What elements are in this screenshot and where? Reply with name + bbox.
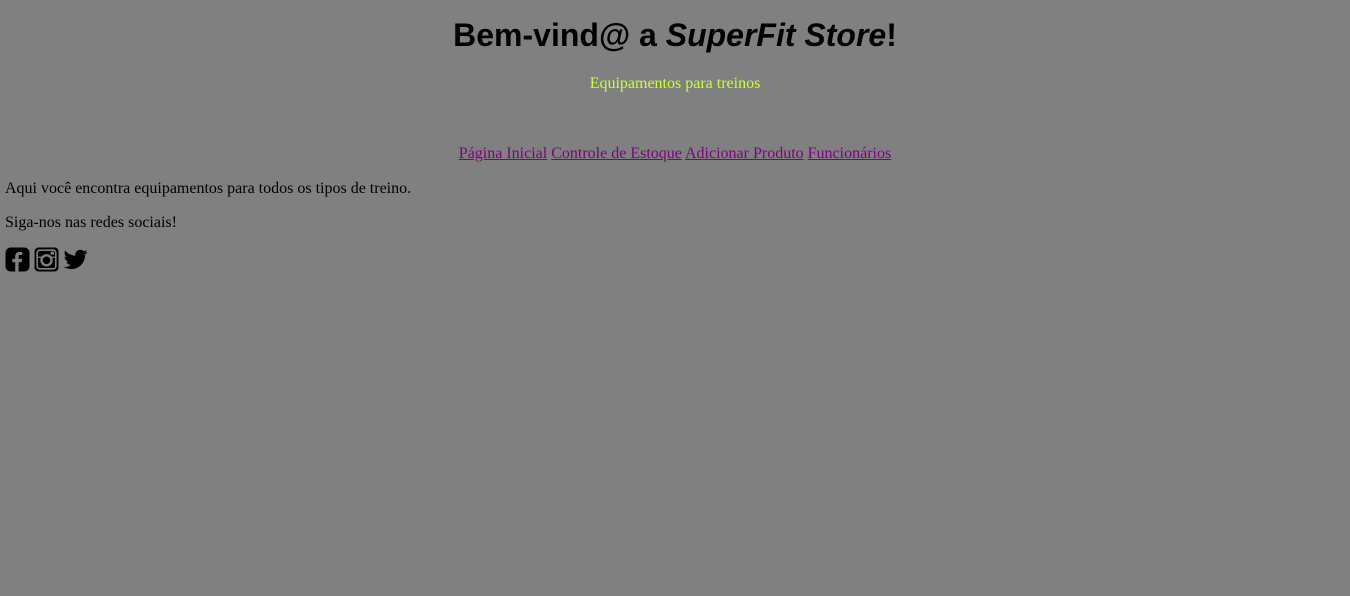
nav-link-add-product[interactable]: Adicionar Produto	[685, 145, 804, 162]
social-links	[5, 247, 1350, 272]
facebook-icon	[5, 247, 30, 272]
twitter-icon	[63, 249, 88, 270]
page-header: Bem-vind@ a SuperFit Store! Equipamentos…	[0, 0, 1350, 93]
nav-link-home[interactable]: Página Inicial	[459, 145, 547, 162]
intro-text: Aqui você encontra equipamentos para tod…	[5, 180, 412, 197]
nav-link-stock-control[interactable]: Controle de Estoque	[551, 145, 682, 162]
follow-text: Siga-nos nas redes sociais!	[5, 214, 177, 231]
page-title: Bem-vind@ a SuperFit Store!	[0, 0, 1350, 54]
instagram-link[interactable]	[34, 247, 59, 272]
instagram-icon	[34, 247, 59, 272]
title-prefix: Bem-vind@ a	[453, 17, 666, 53]
nav-link-employees[interactable]: Funcionários	[808, 145, 892, 162]
title-brand: SuperFit Store	[665, 17, 887, 53]
main-nav: Página Inicial Controle de Estoque Adici…	[0, 145, 1350, 163]
facebook-link[interactable]	[5, 247, 30, 272]
twitter-link[interactable]	[63, 247, 88, 272]
page-subtitle: Equipamentos para treinos	[589, 75, 761, 92]
main-content: Aqui você encontra equipamentos para tod…	[0, 180, 1350, 272]
title-suffix: !	[886, 17, 897, 53]
